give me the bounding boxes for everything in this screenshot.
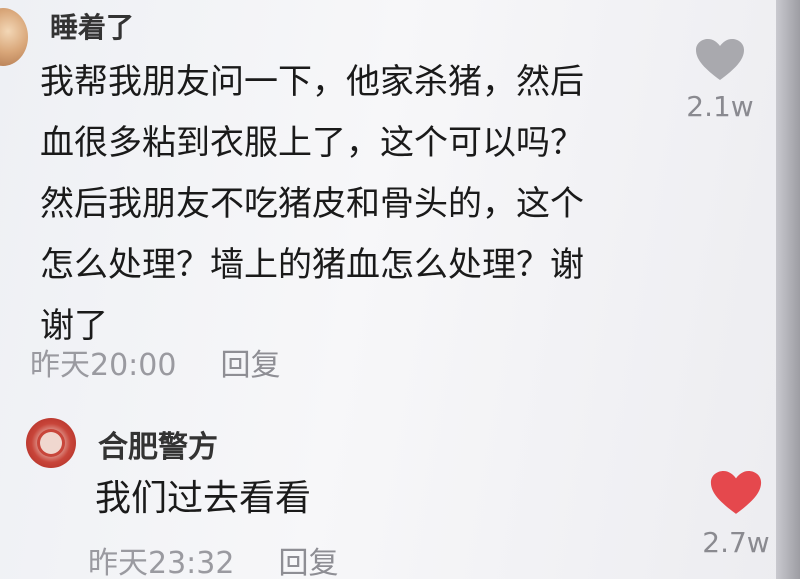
device-bezel bbox=[776, 0, 800, 579]
like-button[interactable]: 2.7w bbox=[686, 470, 786, 559]
heart-icon[interactable] bbox=[695, 38, 745, 82]
comment-meta: 昨天23:32 回复 bbox=[88, 538, 338, 579]
like-count: 2.1w bbox=[686, 90, 754, 123]
avatar[interactable] bbox=[0, 8, 28, 66]
heart-icon[interactable] bbox=[709, 470, 763, 516]
reply-button[interactable]: 回复 bbox=[278, 538, 338, 579]
comment-item: 睡着了 我帮我朋友问一下，他家杀猪，然后 血很多粘到衣服上了，这个可以吗？ 然后… bbox=[0, 0, 776, 400]
like-count: 2.7w bbox=[702, 526, 770, 559]
comment-username[interactable]: 睡着了 bbox=[50, 6, 134, 46]
avatar[interactable] bbox=[26, 418, 76, 468]
comment-time: 昨天20:00 bbox=[30, 348, 177, 383]
like-button[interactable]: 2.1w bbox=[670, 38, 770, 123]
comment-meta: 昨天20:00 回复 bbox=[30, 340, 280, 384]
comment-item: 合肥警方 我们过去看看 昨天23:32 回复 2.7w bbox=[0, 404, 776, 579]
comment-text: 我们过去看看 bbox=[95, 478, 312, 519]
comment-time: 昨天23:32 bbox=[88, 546, 235, 579]
comment-screen: 睡着了 我帮我朋友问一下，他家杀猪，然后 血很多粘到衣服上了，这个可以吗？ 然后… bbox=[0, 0, 800, 579]
comment-username[interactable]: 合肥警方 bbox=[98, 422, 218, 466]
comment-text: 我帮我朋友问一下，他家杀猪，然后 血很多粘到衣服上了，这个可以吗？ 然后我朋友不… bbox=[40, 62, 584, 346]
reply-button[interactable]: 回复 bbox=[220, 340, 280, 384]
police-badge-icon bbox=[40, 432, 62, 454]
